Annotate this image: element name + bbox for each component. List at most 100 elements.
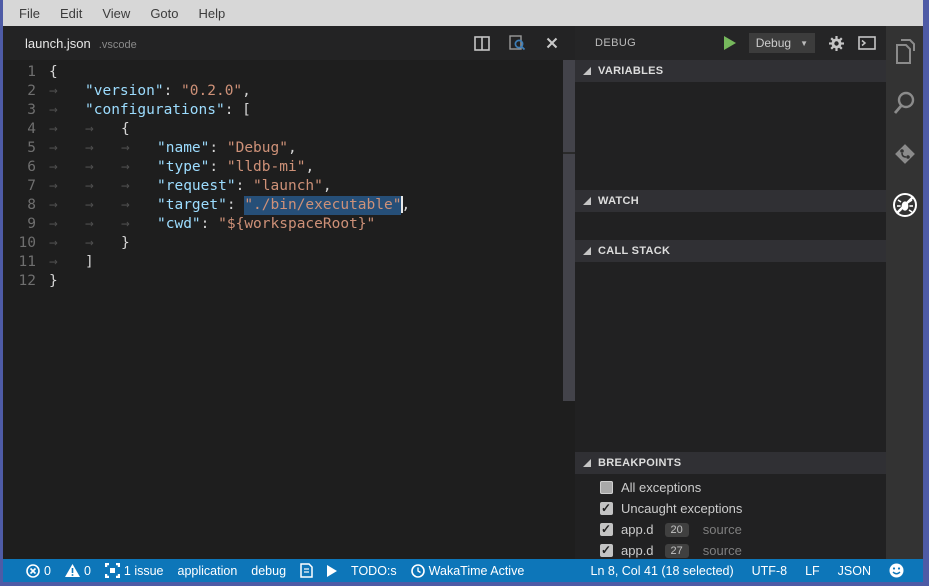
watch-panel: [575, 212, 886, 240]
menu-item-edit[interactable]: Edit: [50, 6, 92, 21]
breakpoint-detail: source: [703, 522, 742, 537]
menu-item-file[interactable]: File: [9, 6, 50, 21]
line-number[interactable]: 9: [3, 215, 49, 234]
code-line[interactable]: 9→→→"cwd": "${workspaceRoot}": [3, 215, 562, 234]
tab-launch-json[interactable]: launch.json .vscode: [3, 36, 137, 51]
code-line[interactable]: 6→→→"type": "lldb-mi",: [3, 158, 562, 177]
section-header-breakpoints[interactable]: BREAKPOINTS: [575, 452, 886, 474]
menu-item-view[interactable]: View: [92, 6, 140, 21]
code-token: "version": [85, 82, 164, 101]
code-line[interactable]: 4→→{: [3, 120, 562, 139]
line-number[interactable]: 8: [3, 196, 49, 215]
variables-panel: [575, 82, 886, 190]
code-line[interactable]: 10→→}: [3, 234, 562, 253]
section-label: BREAKPOINTS: [598, 457, 681, 469]
breakpoint-row[interactable]: Uncaught exceptions: [575, 498, 886, 519]
code-token: }: [49, 272, 58, 291]
configure-gear-icon[interactable]: [828, 35, 845, 52]
issues-status[interactable]: 1 issue: [98, 563, 171, 578]
warning-count[interactable]: 0: [58, 564, 98, 578]
breakpoint-row[interactable]: All exceptions: [575, 477, 886, 498]
line-number[interactable]: 10: [3, 234, 49, 253]
section-header-watch[interactable]: WATCH: [575, 190, 886, 212]
code-line[interactable]: 2→"version": "0.2.0",: [3, 82, 562, 101]
line-number[interactable]: 5: [3, 139, 49, 158]
code-editor[interactable]: 1{2→"version": "0.2.0",3→"configurations…: [3, 60, 575, 559]
code-token: "target": [157, 196, 227, 215]
run-build-icon[interactable]: [320, 565, 344, 577]
code-token: ,: [242, 82, 251, 101]
debug-console-icon[interactable]: [858, 36, 876, 50]
breakpoint-row[interactable]: app.d 20 source: [575, 519, 886, 540]
tab-whitespace-icon: →: [49, 101, 85, 120]
tab-whitespace-icon: →: [49, 177, 85, 196]
start-debug-button[interactable]: [723, 36, 736, 50]
line-number[interactable]: 3: [3, 101, 49, 120]
cursor-position-value: Ln 8, Col 41 (18 selected): [591, 564, 734, 578]
explorer-icon[interactable]: [892, 39, 918, 65]
scrollbar-thumb[interactable]: [563, 60, 575, 401]
code-line[interactable]: 12}: [3, 272, 562, 291]
line-number-badge: 20: [665, 523, 689, 537]
close-icon[interactable]: [543, 34, 561, 52]
code-line[interactable]: 11→]: [3, 253, 562, 272]
checkbox-checked[interactable]: [600, 502, 613, 515]
code-token: "request": [157, 177, 236, 196]
line-number[interactable]: 12: [3, 272, 49, 291]
code-token: "type": [157, 158, 209, 177]
tab-whitespace-icon: →: [49, 139, 85, 158]
todo-status[interactable]: TODO:s: [344, 564, 404, 578]
breakpoint-label: app.d: [621, 522, 654, 537]
feedback-smiley-icon[interactable]: [880, 563, 913, 578]
main-content: launch.json .vscode 1{2→"version": ": [3, 26, 923, 559]
section-header-call-stack[interactable]: CALL STACK: [575, 240, 886, 262]
launch-configuration-dropdown[interactable]: Debug ▼: [749, 33, 815, 53]
collapse-arrow-icon: [583, 247, 591, 255]
line-number[interactable]: 1: [3, 63, 49, 82]
line-number[interactable]: 11: [3, 253, 49, 272]
scrollbar-divider: [563, 152, 575, 154]
editor-tab-bar: launch.json .vscode: [3, 26, 575, 60]
breakpoint-row[interactable]: app.d27source: [575, 540, 886, 561]
code-line[interactable]: 1{: [3, 63, 562, 82]
code-token: :: [236, 177, 253, 196]
split-editor-icon[interactable]: [473, 34, 491, 52]
code-line[interactable]: 8→→→"target": "./bin/executable",: [3, 196, 562, 215]
cursor-position[interactable]: Ln 8, Col 41 (18 selected): [582, 564, 743, 578]
sidebar-title: DEBUG: [595, 37, 636, 49]
breakpoint-label: Uncaught exceptions: [621, 501, 742, 516]
code-line[interactable]: 7→→→"request": "launch",: [3, 177, 562, 196]
code-line[interactable]: 3→"configurations": [: [3, 101, 562, 120]
checkbox-checked[interactable]: [600, 523, 613, 536]
wakatime-status[interactable]: WakaTime Active: [404, 564, 532, 578]
debug-icon[interactable]: [892, 192, 918, 218]
folder-status[interactable]: application: [171, 564, 245, 578]
encoding-value: UTF-8: [752, 564, 787, 578]
code-line[interactable]: 5→→→"name": "Debug",: [3, 139, 562, 158]
line-number[interactable]: 7: [3, 177, 49, 196]
wakatime-label: WakaTime Active: [429, 564, 525, 578]
checkbox-unchecked[interactable]: [600, 481, 613, 494]
encoding-status[interactable]: UTF-8: [743, 564, 796, 578]
code-token: :: [227, 196, 244, 215]
document-icon[interactable]: [293, 563, 320, 578]
vscode-window: FileEditViewGotoHelp launch.json .vscode: [3, 0, 923, 582]
menu-item-goto[interactable]: Goto: [140, 6, 188, 21]
search-icon[interactable]: [892, 90, 918, 116]
eol-status[interactable]: LF: [796, 564, 829, 578]
line-number[interactable]: 4: [3, 120, 49, 139]
code-token: :: [164, 82, 181, 101]
error-count[interactable]: 0: [19, 564, 58, 578]
section-header-variables[interactable]: VARIABLES: [575, 60, 886, 82]
build-mode-status[interactable]: debug: [244, 564, 293, 578]
source-control-icon[interactable]: [892, 141, 918, 167]
language-mode-status[interactable]: JSON: [829, 564, 880, 578]
build-mode-label: debug: [251, 564, 286, 578]
line-number[interactable]: 6: [3, 158, 49, 177]
open-preview-icon[interactable]: [508, 34, 526, 52]
menu-item-help[interactable]: Help: [189, 6, 236, 21]
tab-whitespace-icon: →: [49, 234, 85, 253]
line-number[interactable]: 2: [3, 82, 49, 101]
tab-whitespace-icon: →: [85, 177, 121, 196]
checkbox-checked[interactable]: [600, 544, 613, 557]
